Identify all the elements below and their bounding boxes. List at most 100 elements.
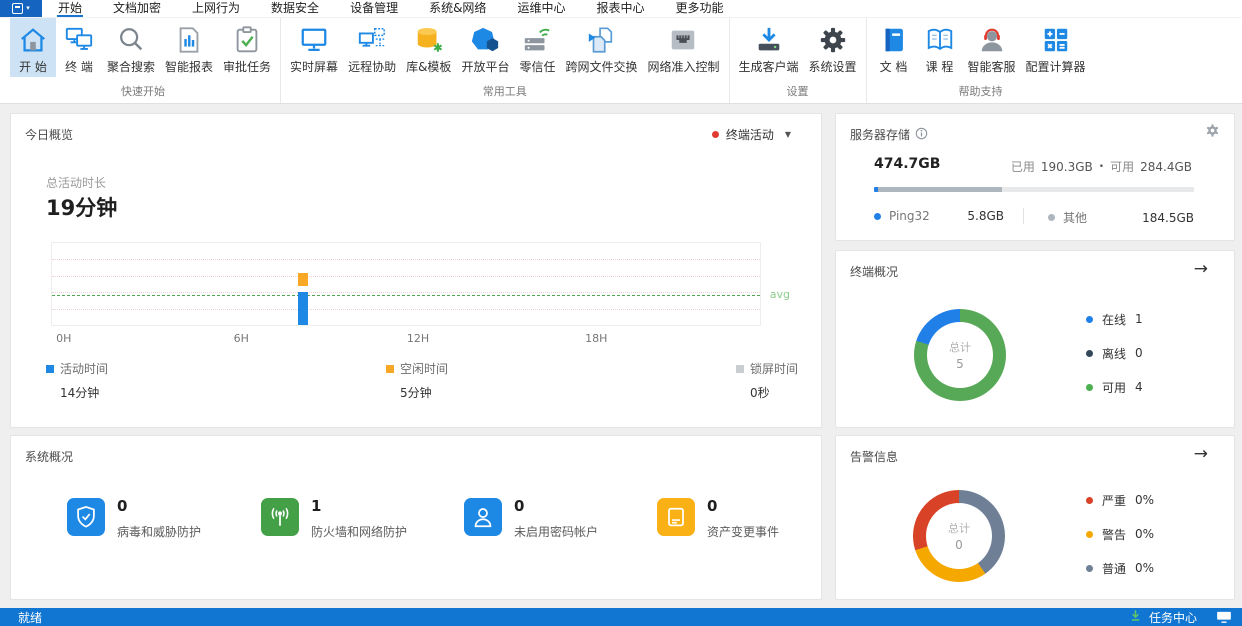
legend-dot-icon: [1086, 530, 1093, 538]
ribbon-button-aggregate-search[interactable]: 聚合搜索: [102, 18, 160, 77]
menu-tab-data-security[interactable]: 数据安全: [270, 0, 320, 17]
x-axis-tick-label: 6H: [233, 332, 249, 345]
menu-tab-ops-center[interactable]: 运维中心: [516, 0, 566, 17]
free-value: 284.4GB: [1140, 159, 1192, 174]
ribbon-group-settings: 生成客户端 系统设置 设置: [728, 18, 866, 103]
menu-tab-start[interactable]: 开始: [57, 0, 84, 17]
search-icon: [115, 24, 147, 56]
ribbon-button-docs[interactable]: 文 档: [871, 18, 917, 77]
activity-chart-plot: avg: [51, 242, 790, 326]
alert-info-panel: 告警信息 → 总计 0 严重 0% 警告 0% 普通 0%: [835, 435, 1235, 600]
legend-online: 在线 1: [1086, 312, 1143, 327]
menu-items: 开始 文档加密 上网行为 数据安全 设备管理 系统&网络 运维中心 报表中心 更…: [57, 0, 724, 17]
client-monitor-icon[interactable]: [1216, 611, 1232, 623]
ribbon-button-terminal[interactable]: 终 端: [56, 18, 102, 77]
storage-used-free: 已用 190.3GB • 可用 284.4GB: [1011, 158, 1192, 175]
system-item-asset-change-events: 0 资产变更事件: [657, 498, 779, 540]
shield-check-icon: [67, 498, 105, 536]
chart-bar: [298, 292, 309, 325]
ribbon-group-label: 设置: [786, 85, 809, 98]
legend-dot-icon: [1086, 496, 1093, 504]
donut-center-label: 总计: [948, 522, 970, 535]
used-value: 190.3GB: [1040, 159, 1093, 174]
storage-bar-segment: [1002, 187, 1194, 192]
ribbon-group-common-tools: 实时屏幕 远程协助 库&模板 开放平台 零信任 跨网文件交换 网络准入控制 常用…: [280, 18, 728, 103]
average-line-label: avg: [769, 288, 790, 302]
separator-dot: •: [1098, 161, 1105, 172]
task-center-button[interactable]: 任务中心: [1149, 609, 1197, 626]
free-label: 可用: [1110, 160, 1135, 174]
download-client-icon: [753, 24, 785, 56]
ribbon-button-library-templates[interactable]: 库&模板: [401, 18, 456, 77]
x-axis-tick-label: 0H: [56, 332, 72, 345]
system-item-firewall-network: 1 防火墙和网络防护: [261, 498, 407, 540]
ribbon-button-network-access-control[interactable]: 网络准入控制: [642, 18, 724, 77]
ribbon-button-start[interactable]: 开 始: [10, 18, 56, 77]
storage-settings-gear-icon[interactable]: [1205, 123, 1220, 142]
ribbon-button-remote-assist[interactable]: 远程协助: [343, 18, 401, 77]
legend-swatch-icon: [46, 364, 54, 373]
remote-monitors-icon: [356, 24, 388, 56]
ribbon-group-label: 快速开始: [121, 85, 166, 98]
total-activity-value: 19分钟: [46, 196, 118, 220]
legend-available: 可用 4: [1086, 380, 1143, 395]
menu-tab-more-features[interactable]: 更多功能: [674, 0, 724, 17]
chart-bar: [298, 272, 309, 287]
panel-title: 系统概况: [25, 450, 74, 464]
menu-tab-doc-encryption[interactable]: 文档加密: [112, 0, 162, 17]
legend-warning: 警告 0%: [1086, 527, 1154, 542]
ribbon-button-system-settings[interactable]: 系统设置: [804, 18, 862, 77]
asset-device-icon: [657, 498, 695, 536]
ribbon-button-smart-support[interactable]: 智能客服: [963, 18, 1021, 77]
alerts-legend: 严重 0% 警告 0% 普通 0%: [1086, 493, 1154, 596]
menu-tab-device-management[interactable]: 设备管理: [349, 0, 399, 17]
storage-usage-bar: [874, 187, 1194, 192]
used-label: 已用: [1010, 160, 1035, 174]
system-overview-panel: 系统概况 0 病毒和威胁防护 1 防火墙和网络防护 0 未启用密码帐户 0 资产变更事件: [10, 435, 822, 600]
ribbon-button-approval-tasks[interactable]: 审批任务: [218, 18, 276, 77]
ribbon-button-courses[interactable]: 课 程: [917, 18, 963, 77]
ribbon-button-config-calculator[interactable]: 配置计算器: [1021, 18, 1091, 77]
ribbon-button-cross-network-file-exchange[interactable]: 跨网文件交换: [560, 18, 642, 77]
system-item-no-password-accounts: 0 未启用密码帐户: [464, 498, 598, 540]
dashboard-content: 今日概览 终端活动 ▼ 总活动时长 19分钟 avg 0H 6H 12H 18H 活动…: [0, 104, 1242, 608]
user-icon: [464, 498, 502, 536]
legend-swatch-icon: [386, 364, 394, 373]
server-storage-panel: 服务器存储 474.7GB 已用 190.3GB • 可用 284.4GB Pi…: [835, 113, 1235, 241]
terminal-overview-panel: 终端概况 → 总计 5 在线 1 离线 0 可用 4: [835, 250, 1235, 428]
ribbon-button-open-platform[interactable]: 开放平台: [456, 18, 514, 77]
terminal-activity-filter-dropdown[interactable]: 终端活动 ▼: [711, 126, 791, 143]
polygon-platform-icon: [469, 24, 501, 56]
database-icon: [413, 24, 445, 56]
arrow-right-icon[interactable]: →: [1194, 259, 1208, 279]
panel-title: 告警信息: [850, 450, 899, 464]
x-axis-tick-label: 12H: [406, 332, 430, 345]
donut-center-value: 5: [956, 357, 964, 371]
ribbon-button-zero-trust[interactable]: 零信任: [514, 18, 560, 77]
status-ready-text: 就绪: [18, 610, 43, 625]
home-icon: [17, 24, 49, 56]
menu-tab-report-center[interactable]: 报表中心: [595, 0, 645, 17]
calculator-icon: [1040, 24, 1072, 56]
legend-swatch-icon: [736, 364, 744, 373]
filter-label: 终端活动: [725, 128, 774, 142]
legend-dot-icon: [1086, 349, 1093, 357]
total-activity-label: 总活动时长: [46, 176, 107, 190]
ribbon-button-realtime-screen[interactable]: 实时屏幕: [285, 18, 343, 77]
menu-tab-system-network[interactable]: 系统&网络: [428, 0, 487, 17]
arrow-right-icon[interactable]: →: [1194, 444, 1208, 464]
server-wifi-icon: [521, 24, 553, 56]
today-overview-panel: 今日概览 终端活动 ▼ 总活动时长 19分钟 avg 0H 6H 12H 18H 活动…: [10, 113, 822, 428]
donut-center-value: 0: [955, 538, 963, 552]
gridline: [52, 292, 760, 294]
ribbon-button-generate-client[interactable]: 生成客户端: [734, 18, 804, 77]
ribbon-button-smart-report[interactable]: 智能报表: [160, 18, 218, 77]
storage-item-other: 其他 184.5GB: [1048, 209, 1194, 226]
info-icon[interactable]: [915, 127, 928, 143]
app-logo-button[interactable]: ▾: [0, 0, 42, 17]
menu-tab-web-behavior[interactable]: 上网行为: [191, 0, 241, 17]
panel-title: 今日概览: [25, 128, 74, 142]
ribbon-group-quick-start: 开 始 终 端 聚合搜索 智能报表 审批任务 快速开始: [6, 18, 280, 103]
app-window: ▾ 开始 文档加密 上网行为 数据安全 设备管理 系统&网络 运维中心 报表中心…: [0, 0, 1242, 626]
legend-critical: 严重 0%: [1086, 493, 1154, 508]
